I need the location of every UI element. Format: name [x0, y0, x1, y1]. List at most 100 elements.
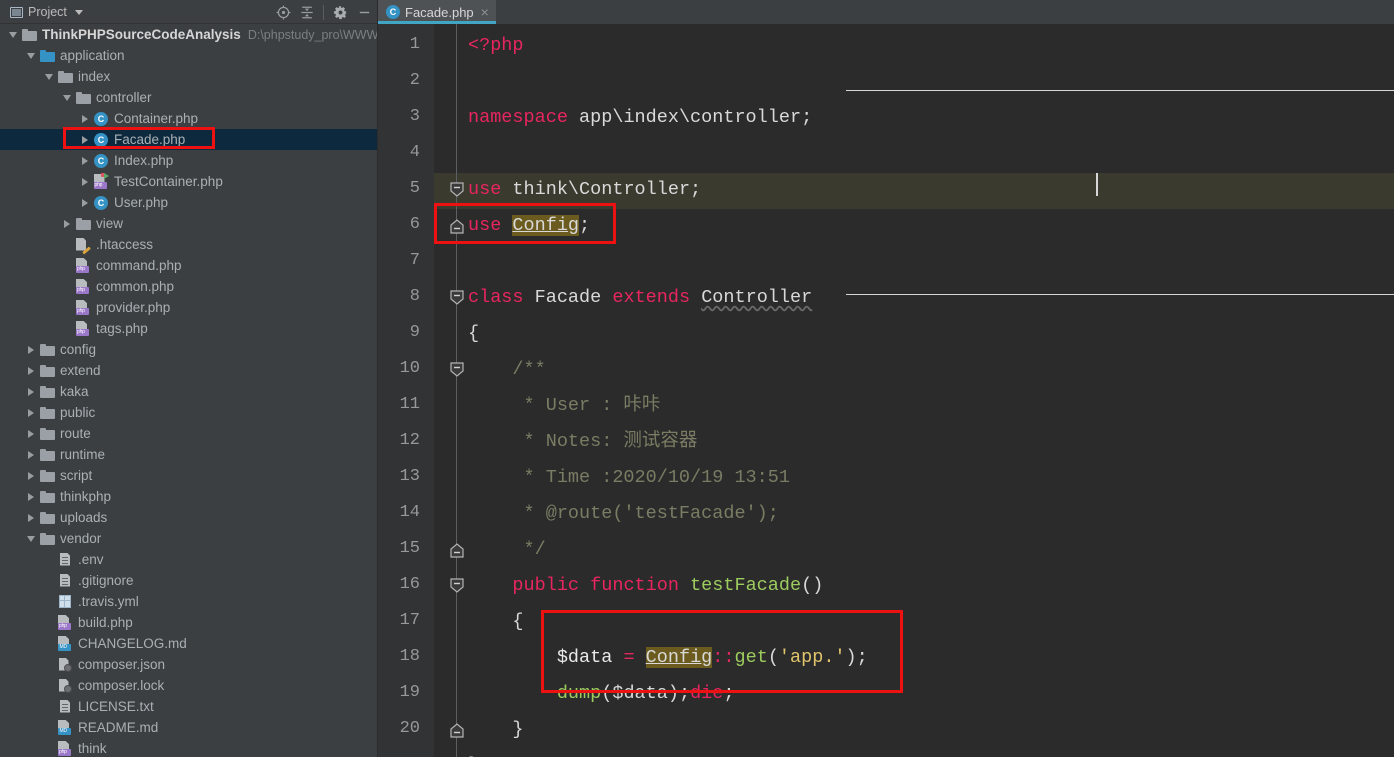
chevron-right-icon[interactable]: [78, 192, 92, 213]
fold-toggle-icon[interactable]: [449, 722, 465, 738]
settings-gear-icon[interactable]: [328, 1, 352, 23]
line-number: 1: [409, 35, 420, 54]
tree-row[interactable]: CHANGELOG.md: [0, 633, 378, 654]
php-class-icon: C: [92, 110, 110, 128]
chevron-right-icon[interactable]: [24, 360, 38, 381]
hide-panel-icon[interactable]: [352, 1, 376, 23]
fold-toggle-icon[interactable]: [449, 362, 465, 378]
fold-toggle-icon[interactable]: [449, 218, 465, 234]
tree-row[interactable]: C Index.php: [0, 150, 378, 171]
tree-row[interactable]: config: [0, 339, 378, 360]
tree-row[interactable]: think: [0, 738, 378, 757]
chevron-right-icon[interactable]: [78, 129, 92, 150]
tree-row[interactable]: build.php: [0, 612, 378, 633]
code-line: class Facade extends Controller: [468, 287, 813, 308]
line-number: 6: [409, 215, 420, 234]
collapse-all-icon[interactable]: [295, 1, 319, 23]
tree-row[interactable]: ThinkPHPSourceCodeAnalysis D:\phpstudy_pr…: [0, 24, 378, 45]
line-number: 8: [409, 287, 420, 306]
line-number: 19: [399, 683, 420, 702]
text-caret: [1096, 173, 1098, 196]
tree-row[interactable]: route: [0, 423, 378, 444]
tree-row[interactable]: LICENSE.txt: [0, 696, 378, 717]
tree-row[interactable]: vendor: [0, 528, 378, 549]
tree-row[interactable]: thinkphp: [0, 486, 378, 507]
folder-icon: [38, 383, 56, 401]
code-line: /**: [468, 359, 546, 380]
chevron-right-icon[interactable]: [78, 171, 92, 192]
chevron-right-icon[interactable]: [24, 507, 38, 528]
chevron-down-icon[interactable]: [74, 9, 83, 15]
fold-toggle-icon[interactable]: [449, 182, 465, 198]
tree-row[interactable]: uploads: [0, 507, 378, 528]
tree-row[interactable]: extend: [0, 360, 378, 381]
chevron-right-icon[interactable]: [24, 402, 38, 423]
chevron-right-icon[interactable]: [24, 465, 38, 486]
chevron-right-icon[interactable]: [24, 339, 38, 360]
tree-row[interactable]: README.md: [0, 717, 378, 738]
chevron-down-icon[interactable]: [24, 45, 38, 66]
php-file-icon: [74, 299, 92, 317]
tree-row[interactable]: tags.php: [0, 318, 378, 339]
chevron-right-icon[interactable]: [24, 486, 38, 507]
fold-toggle-icon[interactable]: [449, 578, 465, 594]
tree-row[interactable]: public: [0, 402, 378, 423]
code-line: * Time :2020/10/19 13:51: [468, 467, 790, 488]
chevron-down-icon[interactable]: [60, 87, 74, 108]
tree-row[interactable]: view: [0, 213, 378, 234]
chevron-down-icon[interactable]: [42, 66, 56, 87]
tree-row[interactable]: .gitignore: [0, 570, 378, 591]
locate-file-icon[interactable]: [271, 1, 295, 23]
tree-row[interactable]: composer.json: [0, 654, 378, 675]
folder-module-icon: [38, 47, 56, 65]
tree-row[interactable]: application: [0, 45, 378, 66]
toolbar-separator: [323, 4, 324, 20]
tree-row-label: uploads: [60, 510, 108, 525]
tree-row-label: think: [78, 741, 107, 756]
code-viewport[interactable]: 123456789101112131415161718192021 <?phpn…: [378, 24, 1394, 757]
tree-row[interactable]: .env: [0, 549, 378, 570]
tree-row[interactable]: composer.lock: [0, 675, 378, 696]
chevron-right-icon[interactable]: [24, 444, 38, 465]
tree-row[interactable]: runtime: [0, 444, 378, 465]
tree-row[interactable]: .travis.yml: [0, 591, 378, 612]
tree-row[interactable]: C User.php: [0, 192, 378, 213]
chevron-right-icon[interactable]: [60, 213, 74, 234]
tree-row[interactable]: controller: [0, 87, 378, 108]
tree-row[interactable]: command.php: [0, 255, 378, 276]
project-file-tree[interactable]: ThinkPHPSourceCodeAnalysis D:\phpstudy_pr…: [0, 24, 378, 757]
project-tool-tab[interactable]: Project: [6, 3, 87, 21]
tree-row-label: ThinkPHPSourceCodeAnalysis: [42, 27, 241, 42]
chevron-right-icon[interactable]: [24, 381, 38, 402]
chevron-down-icon[interactable]: [6, 24, 20, 45]
text-file-icon: [56, 572, 74, 590]
php-file-icon: [56, 614, 74, 632]
tree-row[interactable]: C Container.php: [0, 108, 378, 129]
folder-icon: [38, 362, 56, 380]
tree-row[interactable]: TestContainer.php: [0, 171, 378, 192]
chevron-right-icon[interactable]: [78, 108, 92, 129]
tree-row[interactable]: kaka: [0, 381, 378, 402]
tree-row[interactable]: C Facade.php: [0, 129, 378, 150]
tree-row[interactable]: script: [0, 465, 378, 486]
folder-icon: [74, 89, 92, 107]
line-number: 18: [399, 647, 420, 666]
tree-row-label: script: [60, 468, 93, 483]
close-icon[interactable]: ×: [481, 5, 489, 19]
chevron-right-icon[interactable]: [78, 150, 92, 171]
tab-facade-php[interactable]: C Facade.php ×: [378, 0, 496, 24]
tree-row[interactable]: .htaccess: [0, 234, 378, 255]
tree-row[interactable]: index: [0, 66, 378, 87]
php-file-icon: [56, 740, 74, 757]
fold-toggle-icon[interactable]: [449, 290, 465, 306]
fold-toggle-icon[interactable]: [449, 542, 465, 558]
tree-row-label: application: [60, 48, 125, 63]
chevron-down-icon[interactable]: [24, 528, 38, 549]
line-number: 14: [399, 503, 420, 522]
tree-row[interactable]: provider.php: [0, 297, 378, 318]
chevron-right-icon[interactable]: [24, 423, 38, 444]
tree-row[interactable]: common.php: [0, 276, 378, 297]
line-number: 2: [409, 71, 420, 90]
